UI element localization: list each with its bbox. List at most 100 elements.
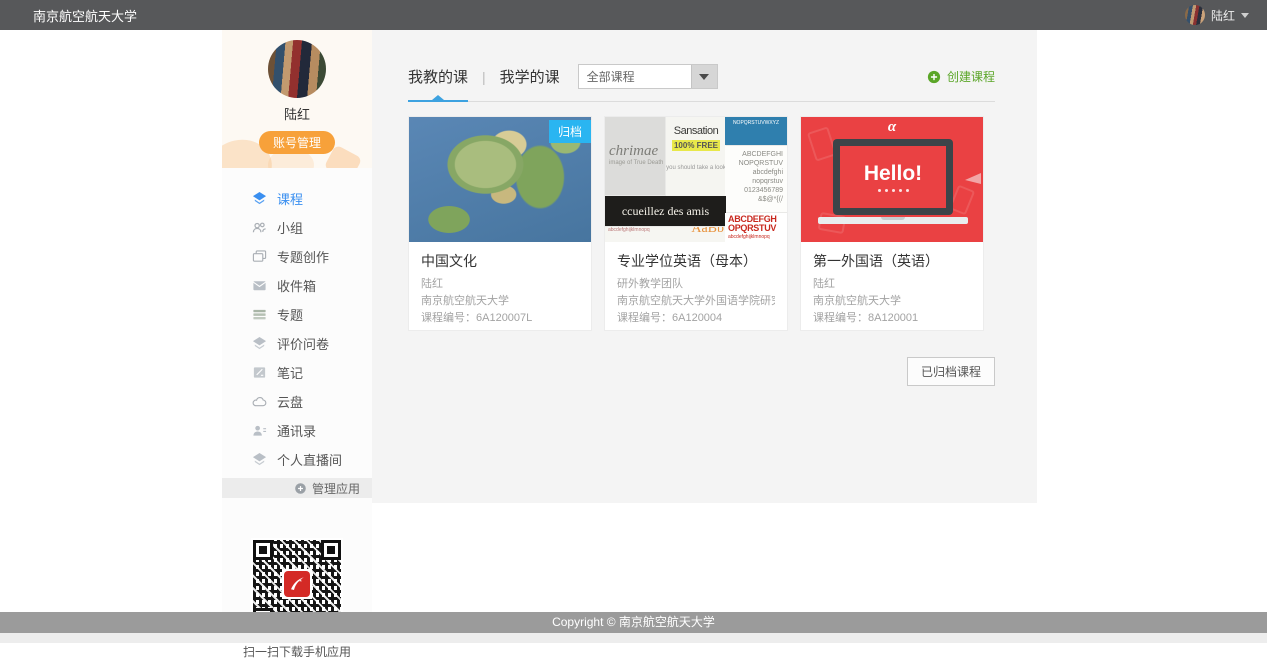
plus-circle-icon — [294, 482, 307, 495]
course-icon — [252, 191, 267, 206]
hello-text: Hello! — [864, 162, 922, 186]
course-cover-typography: chrimae image of True Death Sansation 10… — [605, 117, 787, 242]
course-card-body: 专业学位英语（母本） 研外教学团队 南京航空航天大学外国语学院研究生公共... … — [605, 242, 787, 336]
user-name: 陆红 — [1211, 7, 1235, 24]
inbox-icon — [252, 278, 267, 293]
sidebar-item-topic-create[interactable]: 专题创作 — [252, 242, 372, 271]
course-title: 专业学位英语（母本） — [617, 251, 775, 271]
filter-selected-value: 全部课程 — [579, 68, 691, 85]
profile-section: 陆红 账号管理 — [222, 30, 372, 168]
triangle-down-icon — [699, 74, 709, 80]
course-teacher: 研外教学团队 — [617, 276, 775, 293]
qr-caption: 扫一扫下载手机应用 — [222, 643, 372, 660]
sidebar-item-courses[interactable]: 课程 — [252, 184, 372, 213]
archive-badge: 归档 — [549, 120, 591, 143]
course-title: 第一外国语（英语） — [813, 251, 971, 271]
profile-avatar[interactable] — [268, 40, 326, 98]
dropdown-arrow-button[interactable] — [691, 65, 717, 88]
manage-apps-label: 管理应用 — [312, 480, 360, 497]
create-course-label: 创建课程 — [947, 68, 995, 85]
course-filter-select[interactable]: 全部课程 — [578, 64, 718, 89]
school-name: 南京航空航天大学 — [33, 6, 137, 25]
qr-finder — [253, 540, 273, 560]
sidebar-item-survey[interactable]: 评价问卷 — [252, 329, 372, 358]
course-cover-map: 归档 — [409, 117, 591, 242]
collage-block: NOPQRSTUVWXYZ — [725, 117, 787, 145]
script-glyph: α — [801, 119, 983, 136]
topic-create-icon — [252, 249, 267, 264]
sidebar-item-live-room[interactable]: 个人直播间 — [252, 445, 372, 474]
tab-divider: | — [482, 69, 486, 85]
sidebar-item-notes[interactable]: 笔记 — [252, 358, 372, 387]
note-icon — [252, 365, 267, 380]
course-org: 南京航空航天大学外国语学院研究生公共... — [617, 293, 775, 310]
manage-apps-button[interactable]: 管理应用 — [222, 478, 372, 498]
course-code-label: 课程编号： — [617, 312, 672, 324]
social-dots — [878, 189, 909, 192]
sidebar-item-label: 课程 — [277, 189, 303, 208]
sidebar-menu: 课程 小组 专题创作 收件箱 专题 评价问卷 笔记 云盘 — [222, 168, 372, 474]
course-card-list: 归档 中国文化 陆红 南京航空航天大学 课程编号：6A120007L chrim… — [408, 116, 995, 331]
collage-block: chrimae image of True Death — [605, 117, 665, 195]
sidebar-item-cloud[interactable]: 云盘 — [252, 387, 372, 416]
course-card[interactable]: α Hello! 第一外国语（英语） 陆红 南京航空航天大学 — [800, 116, 984, 331]
course-code: 课程编号：8A120001 — [813, 310, 971, 327]
course-code: 课程编号：6A120007L — [421, 310, 579, 327]
user-avatar — [1185, 5, 1205, 25]
create-course-button[interactable]: 创建课程 — [927, 68, 995, 85]
plus-circle-icon — [927, 70, 941, 84]
main-panel: 我教的课 | 我学的课 全部课程 创建课程 归档 中国文化 — [372, 30, 1037, 503]
course-card-body: 中国文化 陆红 南京航空航天大学 课程编号：6A120007L — [409, 242, 591, 336]
tab-underline — [408, 100, 995, 102]
sidebar-item-label: 个人直播间 — [277, 450, 342, 469]
sidebar-item-label: 专题 — [277, 305, 303, 324]
course-title: 中国文化 — [421, 251, 579, 271]
sidebar-item-label: 通讯录 — [277, 421, 316, 440]
course-org: 南京航空航天大学 — [421, 293, 579, 310]
course-code-label: 课程编号： — [813, 312, 868, 324]
survey-icon — [252, 336, 267, 351]
topic-icon — [252, 307, 267, 322]
sidebar-item-inbox[interactable]: 收件箱 — [252, 271, 372, 300]
collage-block: abcdefghijklmnopq AaBb — [605, 227, 726, 242]
course-teacher: 陆红 — [813, 276, 971, 293]
paper-plane-icon — [965, 173, 981, 184]
course-code-label: 课程编号： — [421, 312, 476, 324]
user-menu[interactable]: 陆红 — [1185, 5, 1249, 25]
bottom-strip — [0, 633, 1267, 643]
sidebar-item-label: 笔记 — [277, 363, 303, 382]
course-code: 课程编号：6A120004 — [617, 310, 775, 327]
sidebar-item-contacts[interactable]: 通讯录 — [252, 416, 372, 445]
course-card[interactable]: chrimae image of True Death Sansation 10… — [604, 116, 788, 331]
account-manage-button[interactable]: 账号管理 — [259, 131, 335, 154]
sidebar: 陆红 账号管理 课程 小组 专题创作 收件箱 专题 评价问卷 笔记 — [222, 30, 372, 612]
monitor-graphic: Hello! — [833, 139, 953, 215]
sidebar-item-label: 小组 — [277, 218, 303, 237]
course-card[interactable]: 归档 中国文化 陆红 南京航空航天大学 课程编号：6A120007L — [408, 116, 592, 331]
course-code-value: 6A120007L — [476, 312, 532, 324]
collage-block: Sansation 100% FREE you should take a lo… — [666, 117, 726, 207]
sidebar-item-label: 评价问卷 — [277, 334, 329, 353]
tab-my-learning[interactable]: 我学的课 — [500, 66, 560, 87]
course-code-value: 6A120004 — [672, 312, 722, 324]
active-tab-pointer — [432, 95, 444, 100]
course-teacher: 陆红 — [421, 276, 579, 293]
top-bar: 南京航空航天大学 陆红 — [0, 0, 1267, 30]
sidebar-item-label: 云盘 — [277, 392, 303, 411]
active-tab-indicator — [408, 100, 468, 102]
qr-finder — [321, 540, 341, 560]
course-org: 南京航空航天大学 — [813, 293, 971, 310]
course-card-body: 第一外国语（英语） 陆红 南京航空航天大学 课程编号：8A120001 — [801, 242, 983, 336]
collage-block: ccueillez des amis — [605, 196, 726, 226]
cloud-icon — [252, 394, 267, 409]
collage-block: ABCDEFGHI NOPQRSTUV abcdefghi nopqrstuv … — [725, 146, 787, 212]
sidebar-item-groups[interactable]: 小组 — [252, 213, 372, 242]
tab-row: 我教的课 | 我学的课 全部课程 创建课程 — [408, 64, 995, 89]
app-logo-icon — [282, 569, 312, 599]
tab-my-teaching[interactable]: 我教的课 — [408, 66, 468, 87]
course-cover-hello: α Hello! — [801, 117, 983, 242]
sidebar-item-topics[interactable]: 专题 — [252, 300, 372, 329]
archived-courses-button[interactable]: 已归档课程 — [907, 357, 995, 386]
live-room-icon — [252, 452, 267, 467]
laptop-base-graphic — [818, 217, 968, 224]
